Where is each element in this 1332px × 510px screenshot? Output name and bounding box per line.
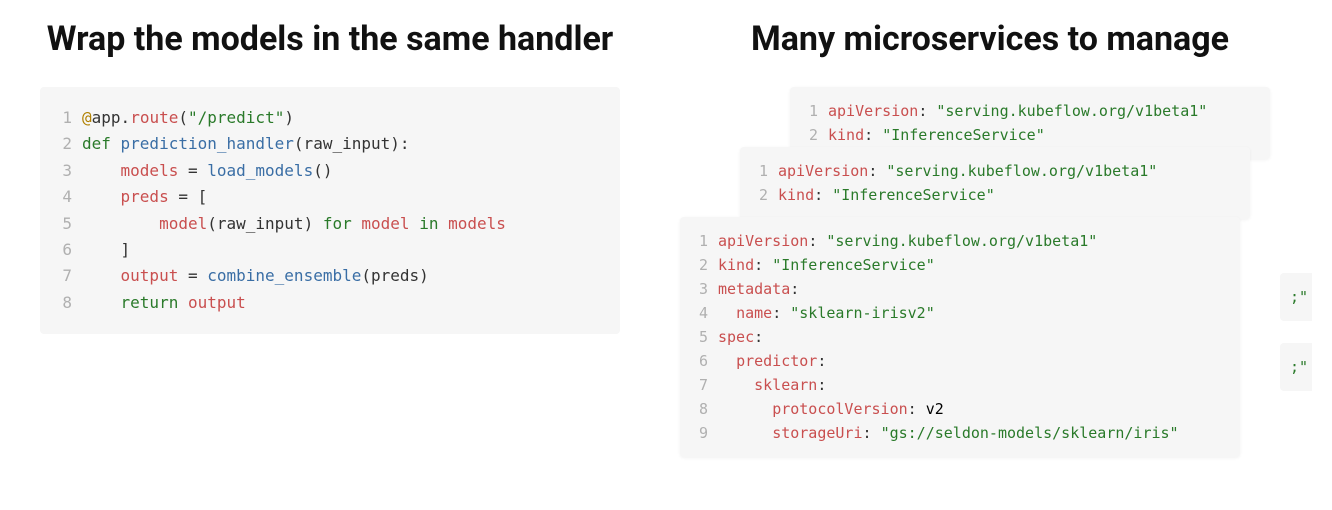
code-content: sklearn:	[718, 373, 1230, 397]
code-line: 4 name: "sklearn-irisv2"	[690, 301, 1230, 325]
code-line: 1 apiVersion: "serving.kubeflow.org/v1bet…	[800, 99, 1260, 123]
line-number: 3	[690, 277, 708, 301]
line-number: 8	[690, 397, 708, 421]
code-content: name: "sklearn-irisv2"	[718, 301, 1230, 325]
code-line: 8 return output	[50, 290, 610, 316]
line-number: 2	[690, 253, 708, 277]
line-number: 1	[800, 99, 818, 123]
yaml-stack: 1 apiVersion: "serving.kubeflow.org/v1bet…	[670, 87, 1310, 447]
code-line: 1 @app.route("/predict")	[50, 105, 610, 131]
code-content: protocolVersion: v2	[718, 397, 1230, 421]
python-code-block: 1 @app.route("/predict") 2 def prediction_h…	[40, 87, 620, 334]
yaml-box-2: 1 apiVersion: "serving.kubeflow.org/v1bet…	[740, 147, 1250, 219]
line-number: 5	[50, 211, 72, 237]
code-content: model(raw_input) for model in models	[82, 211, 610, 237]
code-content: apiVersion: "serving.kubeflow.org/v1beta…	[718, 229, 1230, 253]
code-content: models = load_models()	[82, 158, 610, 184]
code-content: output = combine_ensemble(preds)	[82, 263, 610, 289]
code-content: @app.route("/predict")	[82, 105, 610, 131]
line-number: 7	[690, 373, 708, 397]
line-number: 3	[50, 158, 72, 184]
code-line: 6 predictor:	[690, 349, 1230, 373]
yaml-fragment-2: ;"	[1280, 343, 1312, 391]
code-line: 7 sklearn:	[690, 373, 1230, 397]
line-number: 8	[50, 290, 72, 316]
code-content: kind: "InferenceService"	[778, 183, 1240, 207]
code-content: kind: "InferenceService"	[828, 123, 1260, 147]
line-number: 5	[690, 325, 708, 349]
code-content: apiVersion: "serving.kubeflow.org/v1beta…	[828, 99, 1260, 123]
code-line: 8 protocolVersion: v2	[690, 397, 1230, 421]
code-content: return output	[82, 290, 610, 316]
code-line: 2 kind: "InferenceService"	[690, 253, 1230, 277]
code-line: 3 metadata:	[690, 277, 1230, 301]
code-content: spec:	[718, 325, 1230, 349]
code-line: 4 preds = [	[50, 184, 610, 210]
line-number: 4	[50, 184, 72, 210]
line-number: 2	[50, 131, 72, 157]
line-number: 1	[750, 159, 768, 183]
code-content: preds = [	[82, 184, 610, 210]
yaml-fragment-1: ;"	[1280, 273, 1312, 321]
yaml-box-3: 1 apiVersion: "serving.kubeflow.org/v1bet…	[680, 217, 1240, 457]
line-number: 4	[690, 301, 708, 325]
code-line: 5 model(raw_input) for model in models	[50, 211, 610, 237]
line-number: 1	[690, 229, 708, 253]
code-line: 7 output = combine_ensemble(preds)	[50, 263, 610, 289]
code-content: apiVersion: "serving.kubeflow.org/v1beta…	[778, 159, 1240, 183]
line-number: 7	[50, 263, 72, 289]
code-content: storageUri: "gs://seldon-models/sklearn/…	[718, 421, 1230, 445]
code-line: 2 kind: "InferenceService"	[800, 123, 1260, 147]
code-content: ]	[82, 237, 610, 263]
code-line: 9 storageUri: "gs://seldon-models/sklear…	[690, 421, 1230, 445]
code-line: 1 apiVersion: "serving.kubeflow.org/v1bet…	[750, 159, 1240, 183]
code-content: metadata:	[718, 277, 1230, 301]
code-line: 1 apiVersion: "serving.kubeflow.org/v1bet…	[690, 229, 1230, 253]
line-number: 6	[50, 237, 72, 263]
line-number: 9	[690, 421, 708, 445]
left-column: Wrap the models in the same handler 1 @ap…	[40, 20, 620, 334]
code-line: 2 def prediction_handler(raw_input):	[50, 131, 610, 157]
code-content: predictor:	[718, 349, 1230, 373]
line-number: 6	[690, 349, 708, 373]
code-line: 3 models = load_models()	[50, 158, 610, 184]
code-content: def prediction_handler(raw_input):	[82, 131, 610, 157]
code-line: 2 kind: "InferenceService"	[750, 183, 1240, 207]
code-line: 6 ]	[50, 237, 610, 263]
code-content: kind: "InferenceService"	[718, 253, 1230, 277]
right-heading: Many microservices to manage	[670, 20, 1310, 59]
line-number: 2	[750, 183, 768, 207]
line-number: 2	[800, 123, 818, 147]
code-line: 5 spec:	[690, 325, 1230, 349]
line-number: 1	[50, 105, 72, 131]
slide: Wrap the models in the same handler 1 @ap…	[0, 0, 1332, 510]
left-heading: Wrap the models in the same handler	[40, 20, 620, 59]
right-column: Many microservices to manage 1 apiVersion…	[670, 20, 1310, 447]
